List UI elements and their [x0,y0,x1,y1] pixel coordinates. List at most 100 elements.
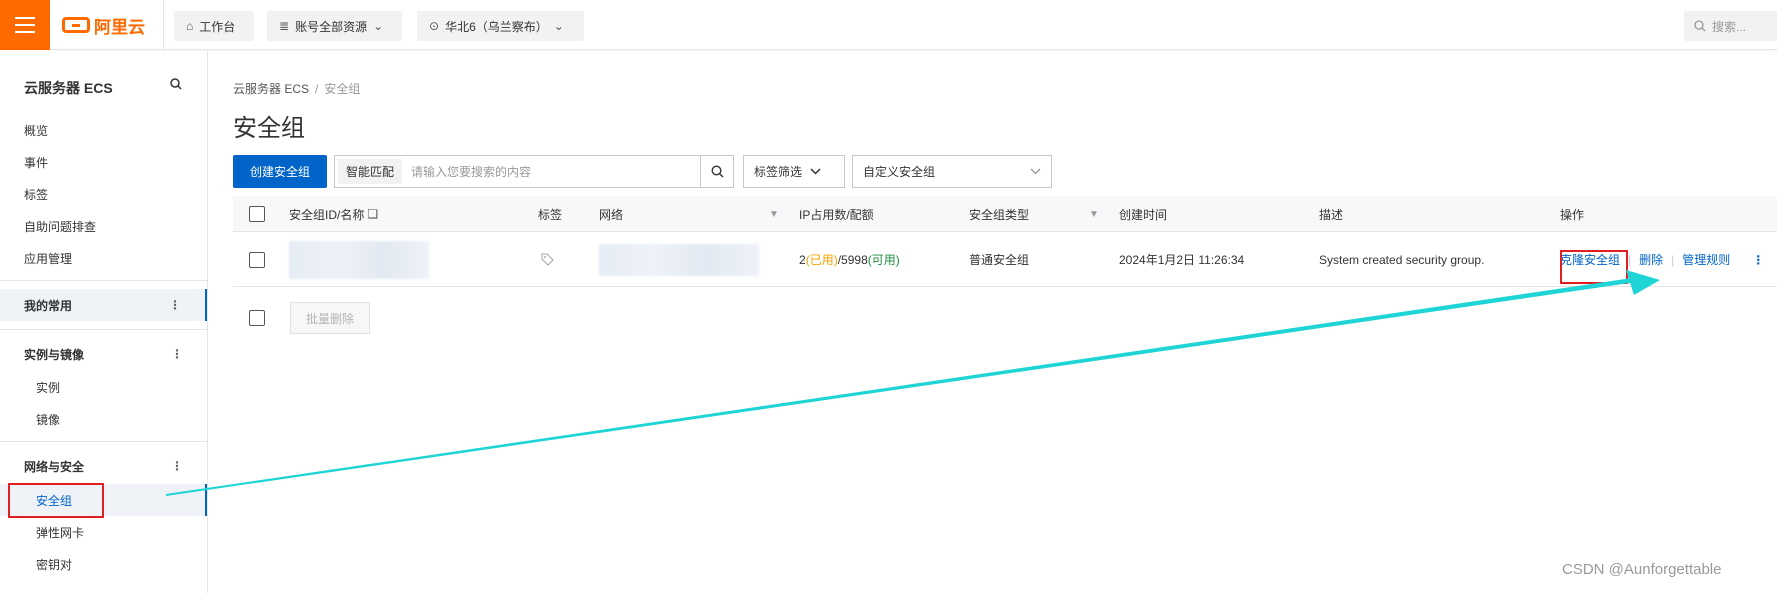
select-all-checkbox[interactable] [249,206,265,222]
delete-link[interactable]: 删除 [1639,251,1663,268]
watermark: CSDN @Aunforgettable [1562,561,1722,578]
sidebar-item-instances[interactable]: 实例 [36,379,60,396]
batch-delete-button[interactable]: 批量删除 [290,302,370,334]
sidebar-item-images[interactable]: 镜像 [36,411,60,428]
breadcrumb-ecs[interactable]: 云服务器 ECS [233,82,309,96]
chevron-down-icon [810,168,821,175]
more-icon[interactable]: ⋮ [171,347,183,361]
smart-match-selector[interactable]: 智能匹配 [335,156,405,187]
sidebar-divider [0,280,207,281]
chevron-down-icon [1030,168,1041,175]
smart-match-label: 智能匹配 [337,159,402,184]
footer-select-checkbox[interactable] [249,310,265,326]
tag-filter-dropdown[interactable]: 标签筛选 [743,155,845,188]
top-nav-bar: 阿里云 ⌂ 工作台 ≣ 账号全部资源 ⌄ ⊙ 华北6（乌兰察布） ⌄ 搜索... [0,0,1777,50]
select-all-checkbox-cell [249,196,265,232]
search-icon [710,165,723,178]
breadcrumb-separator: / [315,82,319,96]
tag-icon-cell [541,232,554,287]
aliyun-logo[interactable]: 阿里云 [62,14,145,37]
sidebar-item-events[interactable]: 事件 [24,154,48,171]
region-label: 华北6（乌兰察布） [445,19,548,34]
security-group-id-cell [289,232,429,287]
sidebar-group-instances-images[interactable]: 实例与镜像 ⋮ [0,338,207,370]
copy-icon[interactable]: ❏ [367,207,378,221]
search-input[interactable] [405,156,700,187]
global-search[interactable]: 搜索... [1684,11,1777,41]
global-search-placeholder: 搜索... [1712,19,1747,34]
table-header: 安全组ID/名称 ❏ 标签 网络 ▼ IP占用数/配额 安全组类型 ▼ 创建时间 … [233,196,1777,232]
network-filter-icon[interactable]: ▼ [769,196,779,232]
highlight-box-manage-rules [1560,250,1628,284]
col-created: 创建时间 [1119,207,1168,222]
redacted-id-name[interactable] [289,240,429,279]
col-ip-quota: IP占用数/配额 [799,207,874,222]
col-tags: 标签 [538,207,563,222]
type-cell: 普通安全组 [969,253,1030,267]
breadcrumb: 云服务器 ECS / 安全组 [233,80,360,97]
chevron-down-icon: ⌄ [373,19,384,33]
favorites-label: 我的常用 [24,298,73,313]
sidebar-item-troubleshoot[interactable]: 自助问题排查 [24,218,96,235]
more-icon[interactable]: ⋮ [169,298,181,312]
col-network: 网络 [599,207,624,222]
hamburger-menu-icon[interactable] [0,0,50,50]
workbench-button[interactable]: ⌂ 工作台 [174,11,254,41]
search-icon [1694,20,1706,32]
brand-name: 阿里云 [94,17,145,37]
col-id-name-label: 安全组ID/名称 [289,207,365,222]
col-id-name: 安全组ID/名称 ❏ [289,196,378,232]
col-description: 描述 [1319,207,1344,222]
network-cell [599,232,759,287]
created-time-cell: 2024年1月2日 11:26:34 [1119,253,1245,267]
ip-quota-cell: 2(已用)/5998(可用) [799,252,900,268]
network-group-label: 网络与安全 [24,459,85,474]
more-actions-icon[interactable]: ⋮ [1752,253,1764,267]
sidebar: 云服务器 ECS 概览 事件 标签 自助问题排查 应用管理 我的常用 ⋮ 实例与… [0,51,208,593]
row-checkbox-cell [249,232,265,287]
highlight-box-sidebar [8,483,104,518]
instances-group-label: 实例与镜像 [24,347,85,362]
search-group: 智能匹配 [334,155,734,188]
more-icon[interactable]: ⋮ [171,459,183,473]
aliyun-mark-icon [62,17,90,33]
stack-icon: ≣ [279,19,290,33]
col-actions: 操作 [1560,207,1585,222]
chevron-down-icon: ⌄ [553,19,564,33]
workbench-label: 工作台 [199,19,236,34]
row-checkbox[interactable] [249,251,265,268]
topbar-divider [163,0,164,50]
custom-security-group-dropdown[interactable]: 自定义安全组 [852,155,1052,188]
sidebar-item-keypairs[interactable]: 密钥对 [36,556,72,573]
type-filter-icon[interactable]: ▼ [1089,196,1099,232]
sidebar-title: 云服务器 ECS [24,80,113,96]
sidebar-search-icon[interactable] [170,78,182,93]
resources-dropdown[interactable]: ≣ 账号全部资源 ⌄ [267,11,402,41]
resources-label: 账号全部资源 [295,19,368,34]
sidebar-divider [0,329,207,330]
breadcrumb-current: 安全组 [324,82,361,96]
custom-dropdown-label: 自定义安全组 [863,165,936,179]
sidebar-group-network-security[interactable]: 网络与安全 ⋮ [0,450,207,482]
sidebar-item-tags[interactable]: 标签 [24,186,48,203]
redacted-network[interactable] [599,243,759,276]
ip-available-label: 可用 [871,253,896,267]
location-pin-icon: ⊙ [429,19,440,33]
ip-used-label: 已用 [809,253,834,267]
region-dropdown[interactable]: ⊙ 华北6（乌兰察布） ⌄ [417,11,584,41]
ip-quota-value: 5998 [841,252,868,267]
table-row: 2(已用)/5998(可用) 普通安全组 2024年1月2日 11:26:34 … [233,232,1777,287]
tag-filter-label: 标签筛选 [754,165,803,179]
description-cell: System created security group. [1319,252,1485,267]
ip-used-value: 2 [799,252,806,267]
tag-icon[interactable] [541,253,554,266]
manage-rules-link[interactable]: 管理规则 [1682,251,1730,268]
sidebar-item-overview[interactable]: 概览 [24,122,48,139]
sidebar-item-app-management[interactable]: 应用管理 [24,250,72,267]
sidebar-item-eni[interactable]: 弹性网卡 [36,524,84,541]
search-button[interactable] [700,156,733,187]
sidebar-group-favorites[interactable]: 我的常用 ⋮ [0,289,207,321]
page-title: 安全组 [233,115,305,142]
create-security-group-button[interactable]: 创建安全组 [233,155,327,188]
sidebar-divider [0,441,207,442]
